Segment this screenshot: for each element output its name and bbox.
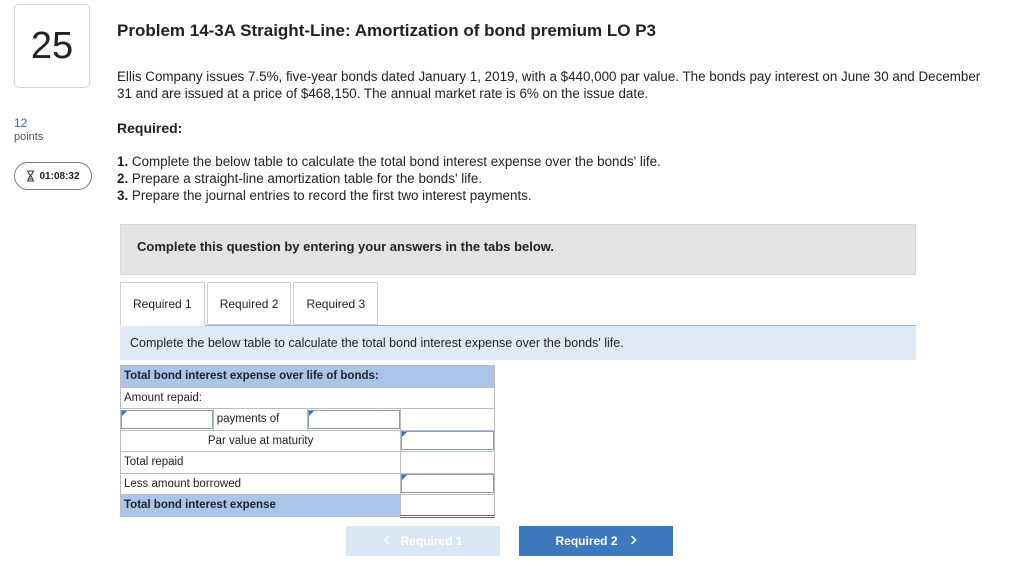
total-expense-cell [400,494,495,518]
payments-of-label: payments of [212,408,308,431]
table-row: Less amount borrowed [119,472,495,495]
tab-instruction: Complete the below table to calculate th… [120,326,916,360]
tab-required-3[interactable]: Required 3 [293,282,379,325]
table-row: Total bond interest expense over life of… [120,365,495,388]
tab-required-1[interactable]: Required 1 [120,282,205,326]
table-row: Amount repaid: [120,386,495,409]
prev-required-label: Required 1 [400,534,463,548]
payments-count-cell [120,408,214,431]
question-number: 25 [14,4,90,88]
less-borrowed-cell [400,472,495,495]
par-value-label: Par value at maturity [119,429,402,452]
points-value: 12 [14,116,28,130]
requirement-item: 1. Complete the below table to calculate… [117,154,661,169]
less-borrowed-input[interactable] [401,474,494,494]
total-expense-label: Total bond interest expense [119,494,402,517]
payments-total-cell [400,408,495,431]
required-label: Required: [117,120,183,136]
chevron-right-icon [630,534,637,548]
payments-count-input[interactable] [121,409,213,429]
par-value-cell [400,429,495,452]
chevron-left-icon [383,534,390,548]
requirement-item: 2. Prepare a straight-line amortization … [117,171,483,186]
table-row: payments of [120,408,495,431]
requirements-list: 1. Complete the below table to calculate… [117,153,661,204]
problem-title: Problem 14-3A Straight-Line: Amortizatio… [117,21,656,40]
requirement-item: 3. Prepare the journal entries to record… [117,188,532,203]
table-row: Total bond interest expense [119,494,495,518]
payment-amount-input[interactable] [307,409,401,429]
table-header: Total bond interest expense over life of… [120,365,495,388]
timer-value: 01:08:32 [39,170,80,182]
less-borrowed-label: Less amount borrowed [119,472,402,495]
total-repaid-cell [400,451,495,474]
table-row: Total repaid [119,451,495,474]
amount-repaid-label: Amount repaid: [120,386,495,409]
table-row: Par value at maturity [119,429,495,452]
tab-bar: Required 1 Required 2 Required 3 [120,282,380,326]
payment-amount-cell [306,408,402,431]
timer[interactable]: 01:08:32 [14,162,92,190]
prev-required-button[interactable]: Required 1 [346,526,500,556]
points-label: points [14,131,44,143]
instructions-banner: Complete this question by entering your … [120,224,916,275]
total-repaid-label: Total repaid [119,451,402,474]
hourglass-icon [26,170,35,182]
par-value-input[interactable] [401,431,494,451]
problem-text: Ellis Company issues 7.5%, five-year bon… [117,69,981,101]
interest-expense-table: Total bond interest expense over life of… [119,365,495,518]
next-required-label: Required 2 [555,534,618,548]
next-required-button[interactable]: Required 2 [519,526,673,556]
tab-required-2[interactable]: Required 2 [206,282,292,325]
